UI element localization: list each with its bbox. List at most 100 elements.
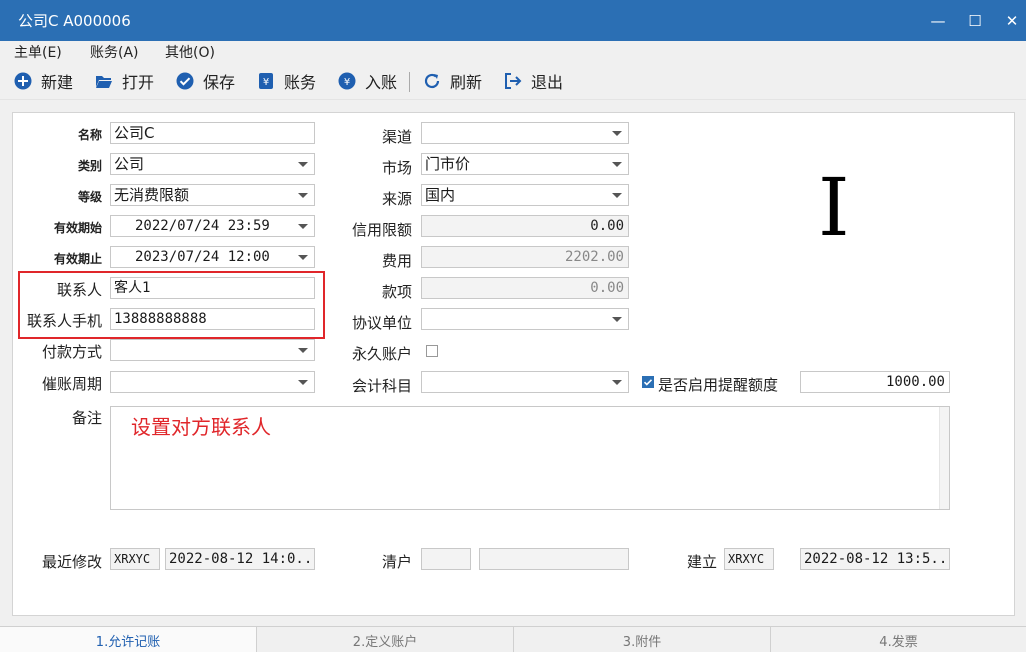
svg-text:¥: ¥ <box>344 77 350 88</box>
market-value: 门市价 <box>425 155 471 173</box>
toolbar: 新建 打开 保存 ¥ 账务 ¥ 入账 刷新 退出 <box>0 62 1026 100</box>
new-label: 新建 <box>41 73 74 92</box>
valid-start-label: 有效期始 <box>53 221 102 235</box>
fee-label: 费用 <box>381 252 412 270</box>
source-label: 来源 <box>381 190 412 208</box>
reminder-checkbox[interactable] <box>642 376 654 388</box>
menu-bar: 主单(E) 账务(A) 其他(O) <box>0 41 1026 61</box>
save-label: 保存 <box>203 73 236 92</box>
tab-attachments[interactable]: 3.附件 <box>514 627 771 652</box>
save-button[interactable]: 保存 <box>176 70 235 92</box>
chevron-down-icon <box>298 162 308 167</box>
accounting-subject-label: 会计科目 <box>351 377 412 395</box>
check-circle-icon <box>176 72 194 90</box>
remark-text: 设置对方联系人 <box>131 415 271 439</box>
category-value: 公司 <box>114 155 145 173</box>
fee-field: 2202.00 <box>421 246 629 268</box>
check-icon <box>643 379 653 386</box>
source-select[interactable]: 国内 <box>421 184 629 206</box>
menu-other[interactable]: 其他(O) <box>165 42 215 62</box>
channel-label: 渠道 <box>381 128 412 146</box>
toolbar-divider <box>409 72 410 92</box>
refresh-icon <box>423 72 441 90</box>
permanent-account-label: 永久账户 <box>351 345 412 363</box>
category-select[interactable]: 公司 <box>110 153 315 175</box>
modified-time-field: 2022-08-12 14:0... <box>165 548 315 570</box>
valid-end-value: 2023/07/24 12:00 <box>135 249 270 265</box>
close-button[interactable]: ✕ <box>994 0 1026 41</box>
payment-method-label: 付款方式 <box>41 343 102 361</box>
credit-limit-label: 信用限额 <box>351 221 412 239</box>
account-label: 账务 <box>284 73 317 92</box>
post-button[interactable]: ¥ 入账 <box>338 70 397 92</box>
accounting-subject-select[interactable] <box>421 371 629 393</box>
chevron-down-icon <box>298 380 308 385</box>
tab-define-account[interactable]: 2.定义账户 <box>257 627 514 652</box>
payment-item-field: 0.00 <box>421 277 629 299</box>
level-select[interactable]: 无消费限额 <box>110 184 315 206</box>
open-label: 打开 <box>122 73 155 92</box>
level-label: 等级 <box>77 190 102 204</box>
valid-start-value: 2022/07/24 23:59 <box>135 218 270 234</box>
chevron-down-icon <box>612 380 622 385</box>
payment-method-select[interactable] <box>110 339 315 361</box>
chevron-down-icon <box>612 162 622 167</box>
remark-scrollbar[interactable] <box>939 407 949 509</box>
reminder-amount-field[interactable]: 1000.00 <box>800 371 950 393</box>
chevron-down-icon <box>298 348 308 353</box>
created-label: 建立 <box>686 553 717 571</box>
remark-textarea[interactable]: 设置对方联系人 <box>110 406 950 510</box>
exit-button[interactable]: 退出 <box>504 70 563 92</box>
menu-account[interactable]: 账务(A) <box>90 42 139 62</box>
credit-limit-field[interactable]: 0.00 <box>421 215 629 237</box>
reminder-label: 是否启用提醒额度 <box>658 376 779 394</box>
chevron-down-icon <box>612 317 622 322</box>
tab-allow-posting[interactable]: 1.允许记账 <box>0 627 257 652</box>
maximize-button[interactable]: ☐ <box>957 0 993 41</box>
ledger-icon: ¥ <box>257 72 275 90</box>
created-user-field: XRXYC <box>724 548 774 570</box>
exit-label: 退出 <box>531 73 564 92</box>
chevron-down-icon <box>298 224 308 229</box>
chevron-down-icon <box>612 131 622 136</box>
market-select[interactable]: 门市价 <box>421 153 629 175</box>
cleared-label: 清户 <box>381 553 412 571</box>
plus-circle-icon <box>14 72 32 90</box>
text-cursor-glyph: I <box>818 161 850 254</box>
dunning-cycle-select[interactable] <box>110 371 315 393</box>
last-modified-label: 最近修改 <box>41 553 102 571</box>
market-label: 市场 <box>381 159 412 177</box>
cleared-user-field <box>421 548 471 570</box>
category-label: 类别 <box>77 159 102 173</box>
account-button[interactable]: ¥ 账务 <box>257 70 316 92</box>
name-field[interactable]: 公司C <box>110 122 315 144</box>
agreement-unit-select[interactable] <box>421 308 629 330</box>
created-time-field: 2022-08-12 13:5... <box>800 548 950 570</box>
modified-user-field: XRXYC <box>110 548 160 570</box>
name-label: 名称 <box>77 128 102 142</box>
valid-end-picker[interactable]: 2023/07/24 12:00 <box>110 246 315 268</box>
logout-icon <box>504 72 522 90</box>
minimize-button[interactable]: — <box>920 0 956 41</box>
tab-invoices[interactable]: 4.发票 <box>771 627 1026 652</box>
title-bar: 公司C A000006 — ☐ ✕ <box>0 0 1026 41</box>
channel-select[interactable] <box>421 122 629 144</box>
refresh-button[interactable]: 刷新 <box>423 70 482 92</box>
bottom-tab-bar: 1.允许记账 2.定义账户 3.附件 4.发票 <box>0 626 1026 652</box>
contact-highlight-box <box>18 271 325 339</box>
svg-text:¥: ¥ <box>263 77 269 88</box>
post-label: 入账 <box>365 73 398 92</box>
chevron-down-icon <box>298 255 308 260</box>
open-button[interactable]: 打开 <box>95 70 154 92</box>
source-value: 国内 <box>425 186 456 204</box>
agreement-unit-label: 协议单位 <box>351 314 412 332</box>
cleared-time-field <box>479 548 629 570</box>
window-title: 公司C A000006 <box>18 12 131 30</box>
menu-main[interactable]: 主单(E) <box>14 42 62 62</box>
permanent-account-checkbox[interactable] <box>426 345 438 357</box>
valid-end-label: 有效期止 <box>53 252 102 266</box>
valid-start-picker[interactable]: 2022/07/24 23:59 <box>110 215 315 237</box>
new-button[interactable]: 新建 <box>14 70 73 92</box>
yen-circle-icon: ¥ <box>338 72 356 90</box>
folder-open-icon <box>95 72 113 90</box>
